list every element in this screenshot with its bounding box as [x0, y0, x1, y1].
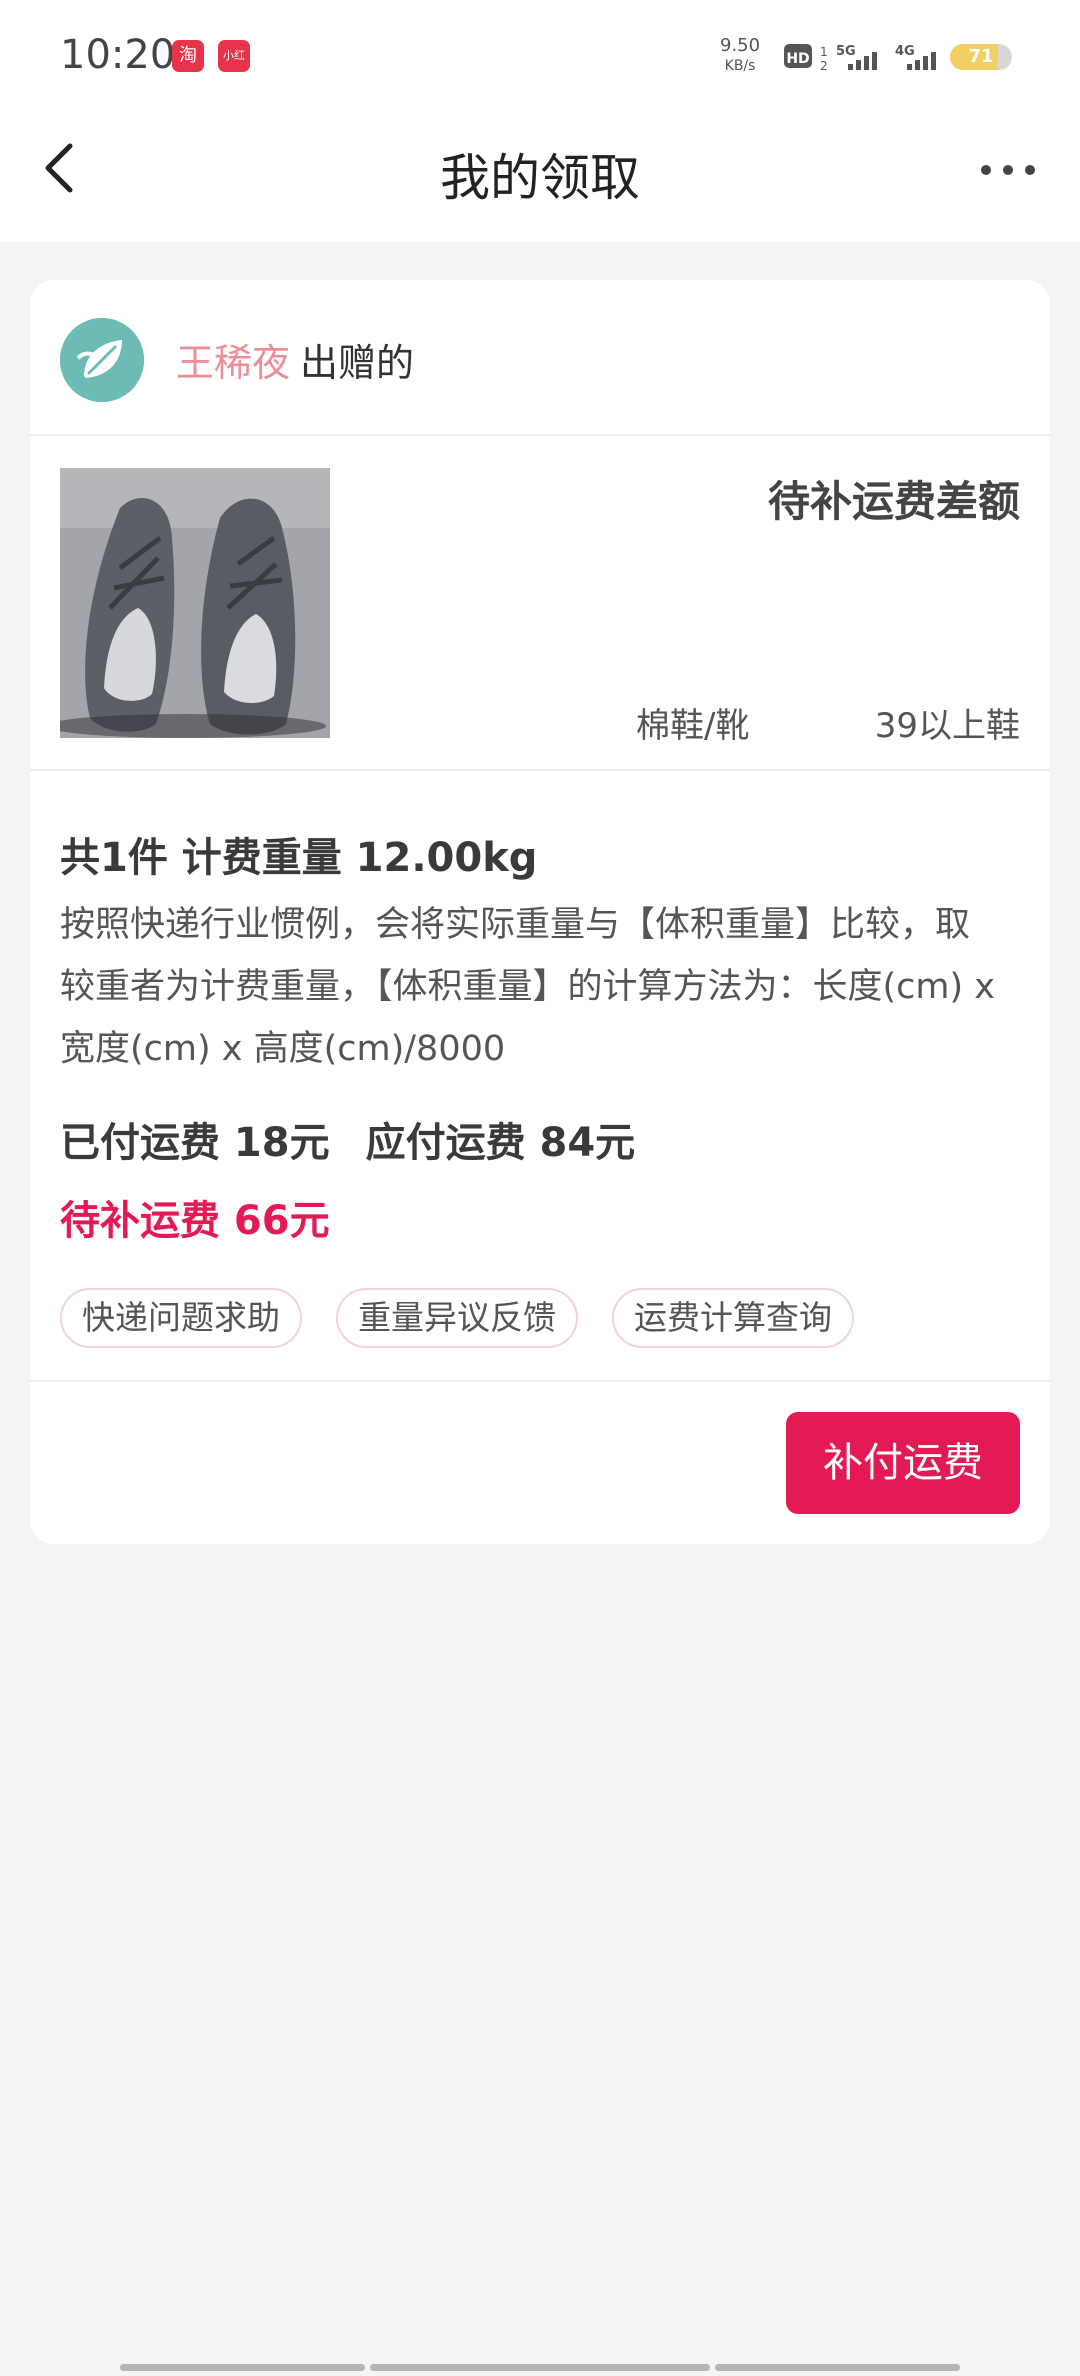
- hd-icon: HD 1 2: [784, 44, 828, 72]
- paid-fee: 已付运费 18元: [60, 1120, 330, 1166]
- signal-5g-icon: 5G: [836, 44, 877, 70]
- svg-text:5G: 5G: [836, 44, 856, 59]
- claim-card: 王稀夜 出赠的 待补运费差额 棉鞋/靴 39以上鞋 共1件 计费重量 12.00k…: [30, 280, 1050, 1544]
- product-size: 39以上鞋: [874, 706, 1020, 746]
- gesture-bar: [120, 2364, 365, 2371]
- svg-text:2: 2: [820, 59, 828, 72]
- svg-text:4G: 4G: [895, 44, 915, 59]
- divider: [30, 1380, 1050, 1382]
- svg-text:1: 1: [820, 45, 828, 59]
- tag-weight-dispute[interactable]: 重量异议反馈: [336, 1288, 578, 1348]
- leaf-logo-icon: [60, 318, 144, 402]
- giver-line: 王稀夜 出赠的: [176, 332, 414, 387]
- giver-name[interactable]: 王稀夜: [176, 341, 290, 385]
- sneakers-image: [60, 468, 330, 738]
- product-category: 棉鞋/靴: [636, 706, 750, 746]
- status-title: 待补运费差额: [767, 477, 1020, 526]
- weight-explanation: 按照快递行业惯例，会将实际重量与【体积重量】比较，取较重者为计费重量，【体积重量…: [60, 905, 995, 1069]
- pending-fee: 待补运费 66元: [60, 1198, 330, 1244]
- page-title: 我的领取: [440, 149, 640, 207]
- gesture-bar: [370, 2364, 710, 2371]
- giver-suffix: 出赠的: [300, 341, 415, 385]
- top-area: 10:20 淘 小红书 9.50 KB/s HD 1 2 5G 4G 71 我的…: [0, 0, 1080, 242]
- due-fee: 应付运费 84元: [365, 1120, 636, 1166]
- xiaohongshu-icon: 小红书: [218, 40, 250, 94]
- product-image[interactable]: [60, 468, 330, 738]
- more-dots-icon: [981, 165, 1035, 175]
- signal-4g-icon: 4G: [895, 44, 936, 70]
- fee-line: 已付运费 18元 应付运费 84元: [60, 1110, 635, 1168]
- network-speed: 9.50 KB/s: [720, 35, 761, 75]
- weight-summary: 共1件 计费重量 12.00kg: [60, 835, 538, 881]
- svg-text:HD: HD: [786, 51, 809, 67]
- avatar[interactable]: [60, 318, 144, 402]
- divider: [30, 434, 1050, 436]
- tag-fee-query[interactable]: 运费计算查询: [612, 1288, 854, 1348]
- tag-express-help[interactable]: 快递问题求助: [60, 1288, 302, 1348]
- divider: [30, 769, 1050, 771]
- battery-icon: 71: [950, 44, 1012, 70]
- taobao-icon: 淘: [172, 40, 204, 72]
- more-button[interactable]: [978, 148, 1038, 192]
- pay-shipping-button[interactable]: 补付运费: [786, 1412, 1020, 1514]
- gesture-bar: [715, 2364, 960, 2371]
- status-time: 10:20: [60, 32, 176, 78]
